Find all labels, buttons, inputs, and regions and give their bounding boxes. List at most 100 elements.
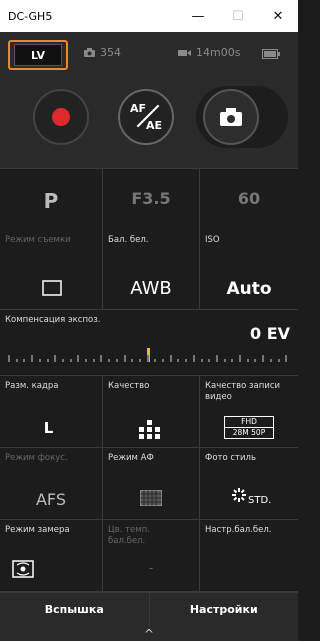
scale-tick bbox=[46, 359, 49, 362]
scale-tick bbox=[138, 359, 141, 362]
iso-cell[interactable]: ISO Auto bbox=[200, 230, 298, 310]
photo-style-cell[interactable]: Фото стиль STD. bbox=[200, 448, 298, 520]
focus-mode-cell[interactable]: Режим фокус. AFS bbox=[0, 448, 103, 520]
square-frame-icon bbox=[42, 280, 62, 296]
scale-tick bbox=[185, 359, 188, 362]
chevron-up-icon: ^ bbox=[143, 626, 155, 641]
expand-handle[interactable]: ^ bbox=[0, 626, 298, 641]
scale-tick bbox=[77, 355, 80, 362]
iso-value: Auto bbox=[226, 279, 272, 299]
scale-tick bbox=[285, 355, 288, 362]
quality-dots-icon bbox=[139, 420, 160, 439]
scale-tick bbox=[23, 359, 26, 362]
af-ae-button[interactable]: AF AE bbox=[118, 89, 174, 145]
scale-tick bbox=[31, 355, 34, 362]
wb-label: Бал. бел. bbox=[108, 235, 149, 245]
settings-row-2: Разм. кадра L Качество Качество записи в… bbox=[0, 376, 298, 448]
photo-style-label: Фото стиль bbox=[205, 453, 256, 463]
af-mode-cell[interactable]: Режим АФ bbox=[103, 448, 200, 520]
video-fhd: FHD bbox=[241, 417, 257, 426]
scale-tick bbox=[8, 355, 10, 362]
shoot-mode-label: Режим съемки bbox=[5, 235, 71, 245]
flash-button[interactable]: Вспышка bbox=[0, 593, 150, 626]
close-button[interactable]: ✕ bbox=[258, 0, 298, 32]
scale-tick bbox=[131, 359, 134, 362]
scale-tick bbox=[192, 355, 195, 362]
color-temp-label: Цв. темп. бал.бел. bbox=[108, 525, 150, 546]
scale-tick bbox=[92, 359, 95, 362]
battery-icon bbox=[262, 49, 280, 59]
exp-comp-value: 0 EV bbox=[249, 324, 290, 343]
scale-tick bbox=[200, 359, 203, 362]
scale-tick bbox=[69, 359, 72, 362]
af-ae-icon: AF AE bbox=[129, 100, 163, 134]
scale-tick bbox=[100, 355, 103, 362]
aperture-cell[interactable]: F3.5 bbox=[103, 169, 200, 231]
rec-time: 14m00s bbox=[178, 46, 240, 59]
scale-tick bbox=[262, 355, 265, 362]
settings-row-4: Режим замера Цв. темп. бал.бел. - Настр.… bbox=[0, 520, 298, 592]
scale-tick bbox=[85, 359, 87, 362]
window-title: DC-GH5 bbox=[8, 9, 53, 23]
scale-tick bbox=[169, 355, 172, 362]
settings-row-3: Режим фокус. AFS Режим АФ Фото стиль STD… bbox=[0, 448, 298, 520]
shots-remaining: 354 bbox=[84, 46, 121, 59]
scale-tick bbox=[215, 355, 218, 362]
scale-tick bbox=[154, 359, 157, 362]
scale-tick bbox=[108, 359, 111, 362]
settings-row-1: Режим съемки Бал. бел. AWB ISO Auto bbox=[0, 230, 298, 310]
settings-button[interactable]: Настройки bbox=[150, 593, 299, 626]
af-area-icon bbox=[140, 490, 162, 506]
scale-tick bbox=[208, 359, 211, 362]
minimize-button[interactable]: — bbox=[178, 0, 218, 32]
color-temp-cell[interactable]: Цв. темп. бал.бел. - bbox=[103, 520, 200, 592]
shutter-button[interactable] bbox=[203, 89, 259, 145]
wb-adjust-label: Настр.бал.бел. bbox=[205, 525, 272, 535]
af-mode-label: Режим АФ bbox=[108, 453, 154, 463]
metering-cell[interactable]: Режим замера bbox=[0, 520, 103, 592]
shutter-cell[interactable]: 60 bbox=[200, 169, 298, 231]
exposure-compensation[interactable]: Компенсация экспоз. 0 EV bbox=[0, 310, 298, 376]
camera-icon bbox=[84, 48, 95, 57]
wb-value: AWB bbox=[130, 278, 172, 299]
metering-icon bbox=[12, 560, 34, 578]
rec-time-value: 14m00s bbox=[196, 46, 241, 59]
video-quality-label: Качество записи видео bbox=[205, 381, 281, 402]
af-text: AF bbox=[130, 102, 147, 115]
status-bar: LV 354 14m00s bbox=[0, 32, 298, 76]
mode-buttons: AF AE bbox=[0, 76, 298, 168]
maximize-button[interactable]: ☐ bbox=[218, 0, 258, 32]
record-icon bbox=[52, 108, 70, 126]
iso-label: ISO bbox=[205, 235, 220, 245]
shots-count: 354 bbox=[100, 46, 121, 59]
scale-tick bbox=[15, 359, 18, 362]
scale-tick bbox=[269, 359, 272, 362]
scale-tick bbox=[54, 355, 57, 362]
frame-size-cell[interactable]: Разм. кадра L bbox=[0, 376, 103, 448]
wb-adjust-cell[interactable]: Настр.бал.бел. bbox=[200, 520, 298, 592]
scale-tick bbox=[254, 359, 257, 362]
shutter-camera-icon bbox=[220, 108, 242, 126]
scale-tick bbox=[177, 359, 180, 362]
scale-tick bbox=[38, 359, 41, 362]
lv-label: LV bbox=[14, 44, 62, 66]
scale-tick bbox=[277, 359, 280, 362]
video-quality-cell[interactable]: Качество записи видео FHD 28M 50P bbox=[200, 376, 298, 448]
scale-tick bbox=[61, 359, 64, 362]
ae-text: AE bbox=[145, 119, 162, 132]
focus-mode-value: AFS bbox=[35, 490, 67, 509]
frame-size-value: L bbox=[43, 419, 54, 437]
exposure-mode-cell[interactable]: P bbox=[0, 169, 103, 231]
shoot-mode-cell[interactable]: Режим съемки bbox=[0, 230, 103, 310]
scale-tick bbox=[239, 355, 241, 362]
video-format-badge: FHD 28M 50P bbox=[224, 416, 274, 439]
aperture-value: F3.5 bbox=[131, 189, 171, 208]
record-button[interactable] bbox=[33, 89, 89, 145]
exp-comp-scale[interactable] bbox=[8, 348, 290, 362]
lv-button[interactable]: LV bbox=[8, 40, 68, 70]
photo-style-value: STD. bbox=[248, 495, 272, 506]
wb-cell[interactable]: Бал. бел. AWB bbox=[103, 230, 200, 310]
scale-tick bbox=[223, 359, 226, 362]
focus-mode-label: Режим фокус. bbox=[5, 453, 68, 463]
quality-cell[interactable]: Качество bbox=[103, 376, 200, 448]
